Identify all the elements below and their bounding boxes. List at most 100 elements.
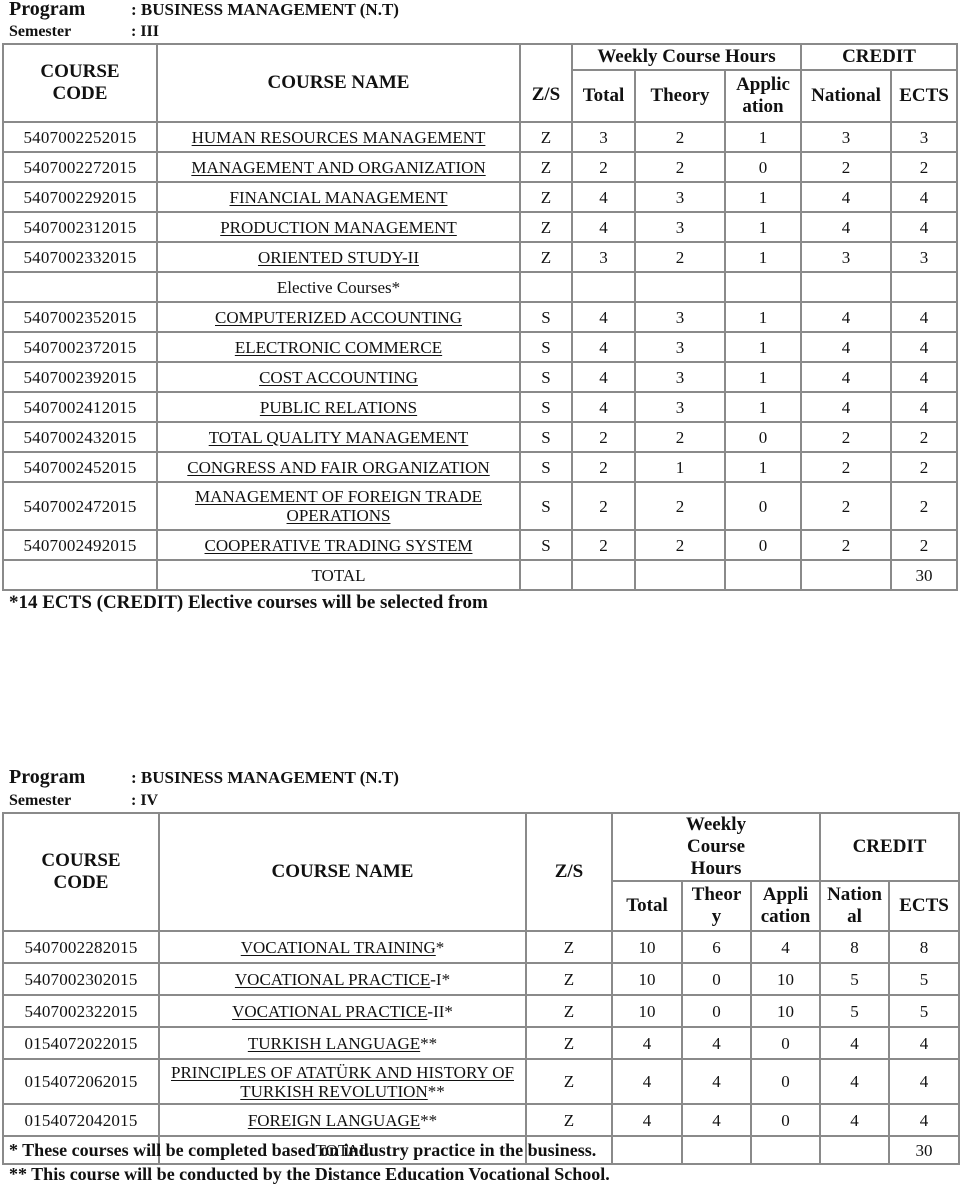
empty-cell [611,1135,683,1165]
course-name: COOPERATIVE TRADING SYSTEM [156,529,521,561]
empty-cell [800,271,893,303]
course-row: 5407002452015 CONGRESS AND FAIR ORGANIZAT… [2,451,959,483]
cell-zs: Z [525,930,613,964]
course-code: 5407002432015 [2,421,158,453]
program-value: : BUSINESS MANAGEMENT (N.T) [131,768,399,787]
header-national: National [800,69,893,123]
cell-zs: Z [525,1103,613,1137]
cell-national: 4 [819,1058,891,1105]
cell-ects: 5 [888,994,960,1028]
cell-zs: Z [519,181,573,213]
cell-application: 1 [723,181,803,213]
course-name-link[interactable]: PRINCIPLES OF ATATÜRK AND HISTORY OF TUR… [171,1063,514,1101]
empty-cell [681,1135,752,1165]
course-code: 5407002332015 [2,241,158,273]
course-name-link[interactable]: CONGRESS AND FAIR ORGANIZATION [187,458,489,477]
cell-total: 10 [611,962,683,996]
empty-cell [2,559,158,591]
course-name-link[interactable]: MANAGEMENT OF FOREIGN TRADE OPERATIONS [195,487,482,525]
cell-theory: 4 [681,1026,752,1060]
course-row: 5407002282015 VOCATIONAL TRAINING* Z 10 6 4 8 8 [2,930,960,964]
empty-cell [800,559,893,591]
course-row: 0154072022015 TURKISH LANGUAGE** Z 4 4 0 4 4 [2,1026,960,1060]
cell-total: 3 [571,241,636,273]
cell-zs: S [519,529,573,561]
cell-ects: 4 [890,301,959,333]
cell-national: 4 [819,1103,891,1137]
empty-cell [723,271,803,303]
cell-ects: 4 [890,361,959,393]
course-row: 5407002292015 FINANCIAL MANAGEMENT Z 4 3 1 4 4 [2,181,959,213]
course-name-link[interactable]: COMPUTERIZED ACCOUNTING [215,308,462,327]
course-row: 5407002272015 MANAGEMENT AND ORGANIZATION… [2,151,959,183]
semester-line-s3: Semester : III [9,23,159,41]
cell-application: 1 [723,451,803,483]
semester-label: Semester [9,792,72,809]
empty-cell [519,559,573,591]
cell-national: 3 [800,121,893,153]
cell-application: 0 [749,1103,822,1137]
course-name-suffix: * [435,937,445,957]
header-application: Appli cation [749,880,822,932]
cell-application: 0 [723,529,803,561]
course-row: 5407002392015 COST ACCOUNTING S 4 3 1 4 4 [2,361,959,393]
header-zs: Z/S [525,812,613,932]
cell-total: 4 [611,1103,683,1137]
cell-zs: S [519,481,573,531]
cell-total: 4 [571,331,636,363]
cell-zs: S [519,421,573,453]
cell-zs: Z [525,1058,613,1105]
cell-application: 1 [723,241,803,273]
course-row: 5407002322015 VOCATIONAL PRACTICE-II* Z 10 0… [2,994,960,1028]
cell-theory: 3 [634,181,726,213]
course-name-link[interactable]: VOCATIONAL PRACTICE [232,1002,427,1021]
course-name-link[interactable]: TURKISH LANGUAGE [248,1034,420,1053]
course-row: 5407002412015 PUBLIC RELATIONS S 4 3 1 4 4 [2,391,959,423]
course-name-link[interactable]: COST ACCOUNTING [259,368,418,387]
course-name-link[interactable]: VOCATIONAL TRAINING [241,938,436,957]
course-code: 0154072042015 [2,1103,160,1137]
cell-national: 4 [800,181,893,213]
course-name: MANAGEMENT OF FOREIGN TRADE OPERATIONS [156,481,521,531]
elective-courses-heading: Elective Courses* [156,271,521,303]
header-national: Nation al [819,880,891,932]
cell-ects: 2 [890,451,959,483]
course-name-link[interactable]: COOPERATIVE TRADING SYSTEM [205,536,473,555]
course-name-link[interactable]: PUBLIC RELATIONS [260,398,417,417]
total-label: TOTAL [156,559,521,591]
cell-total: 3 [571,121,636,153]
empty-cell [819,1135,891,1165]
cell-application: 0 [723,151,803,183]
cell-national: 5 [819,962,891,996]
cell-application: 10 [749,962,822,996]
cell-application: 4 [749,930,822,964]
course-code: 5407002282015 [2,930,160,964]
course-name-link[interactable]: FOREIGN LANGUAGE [248,1111,420,1130]
cell-application: 10 [749,994,822,1028]
cell-ects: 4 [890,331,959,363]
course-name-link[interactable]: ELECTRONIC COMMERCE [235,338,442,357]
cell-total: 2 [571,481,636,531]
course-name-link[interactable]: VOCATIONAL PRACTICE [235,970,430,989]
cell-total: 2 [571,151,636,183]
course-row: 5407002472015 MANAGEMENT OF FOREIGN TRADE… [2,481,959,531]
cell-ects: 3 [890,121,959,153]
cell-total: 4 [611,1026,683,1060]
course-name-link[interactable]: HUMAN RESOURCES MANAGEMENT [192,128,486,147]
cell-ects: 4 [888,1058,960,1105]
course-name-link[interactable]: TOTAL QUALITY MANAGEMENT [209,428,469,447]
semester-line-s4: Semester : IV [9,792,158,810]
cell-total: 10 [611,930,683,964]
course-row: 5407002312015 PRODUCTION MANAGEMENT Z 4 3 1 4 4 [2,211,959,243]
course-name-link[interactable]: FINANCIAL MANAGEMENT [230,188,448,207]
course-name-link[interactable]: PRODUCTION MANAGEMENT [220,218,457,237]
cell-theory: 0 [681,962,752,996]
course-name: TURKISH LANGUAGE** [158,1026,527,1060]
header-theory: Theory [634,69,726,123]
cell-total: 4 [571,391,636,423]
cell-theory: 2 [634,529,726,561]
empty-cell [2,271,158,303]
course-name-link[interactable]: MANAGEMENT AND ORGANIZATION [191,158,485,177]
course-name-link[interactable]: ORIENTED STUDY-II [258,248,419,267]
cell-application: 1 [723,331,803,363]
